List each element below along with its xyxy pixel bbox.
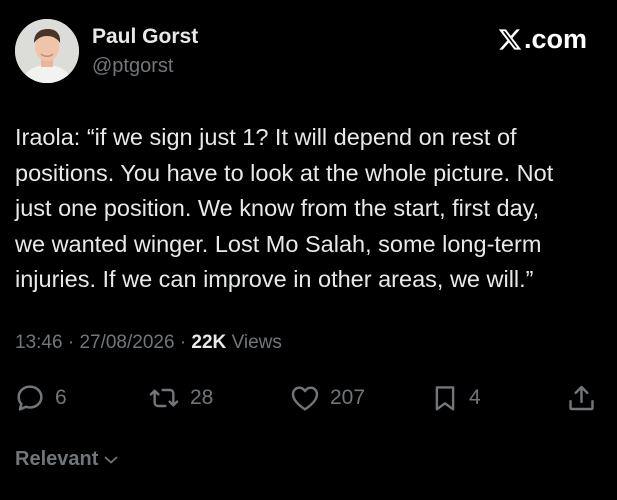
- author-handle[interactable]: @ptgorst: [92, 55, 173, 78]
- avatar[interactable]: [15, 19, 79, 83]
- share-icon: [569, 385, 594, 411]
- meta-separator: ·: [179, 332, 187, 353]
- repost-count: 28: [190, 386, 214, 409]
- tweet-meta: 13:46 · 27/08/2026 · 22K Views: [15, 332, 282, 354]
- chevron-down-icon: [104, 456, 118, 463]
- reply-button[interactable]: 6: [14, 381, 67, 415]
- like-button[interactable]: 207: [289, 381, 365, 415]
- views-label: Views: [231, 332, 282, 353]
- views-count: 22K: [191, 332, 227, 353]
- tweet-text: Iraola: “if we sign just 1? It will depe…: [15, 124, 554, 292]
- like-count: 207: [330, 386, 366, 409]
- reply-count: 6: [55, 386, 67, 409]
- repost-icon: [149, 388, 179, 408]
- reply-icon: [17, 385, 43, 411]
- replies-sort-label: Relevant: [15, 448, 99, 470]
- repost-button[interactable]: 28: [147, 381, 213, 415]
- tweet-time[interactable]: 13:46: [15, 332, 63, 353]
- x-logo-icon: [498, 29, 522, 50]
- author-display-name[interactable]: Paul Gorst: [92, 25, 198, 49]
- heart-icon: [291, 386, 319, 411]
- bookmark-count: 4: [469, 386, 481, 409]
- bookmark-button[interactable]: 4: [430, 381, 481, 415]
- share-button[interactable]: [566, 381, 597, 415]
- meta-separator: ·: [67, 332, 75, 353]
- replies-sort-dropdown[interactable]: Relevant: [15, 448, 118, 471]
- bookmark-icon: [435, 386, 455, 411]
- tweet-date[interactable]: 27/08/2026: [79, 332, 174, 353]
- x-logo: .com: [497, 24, 587, 55]
- x-logo-text: .com: [523, 24, 587, 54]
